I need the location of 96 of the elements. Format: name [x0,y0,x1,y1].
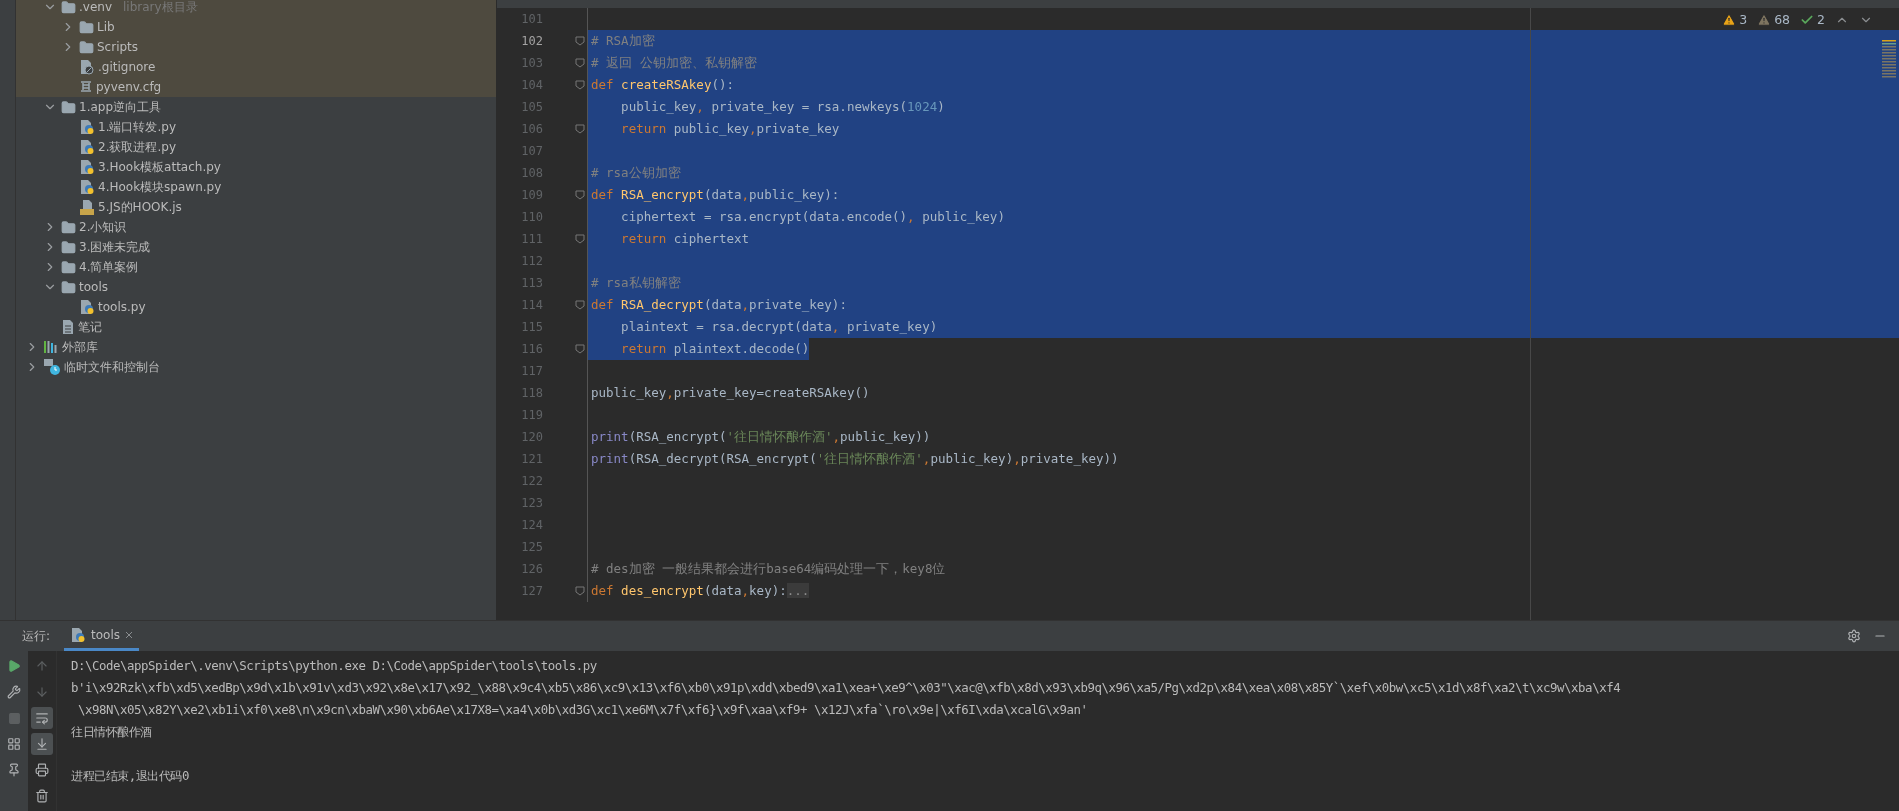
folder-name[interactable]: 1.app逆向工具 [79,98,162,116]
scratch-file-icon [43,358,61,376]
python-file-icon [70,626,87,643]
fold-marker-icon[interactable] [575,36,585,46]
inspection-count: 3 [1739,12,1748,27]
line-number: 104 [520,78,543,92]
soft-wrap-icon[interactable] [31,707,53,729]
line-number: 115 [520,320,543,334]
fold-marker-icon[interactable] [575,300,585,310]
run-tab[interactable]: tools [64,621,140,651]
tree-node-name[interactable]: 临时文件和控制台 [64,358,160,376]
fold-marker-icon[interactable] [575,124,585,134]
console-line: b'i\x92Rzk\xfb\xd5\xedBp\x9d\x1b\x91v\xd3\x92\x8e\x17\x92_\x88\x9c4\xb5\x86\xc9\x13\xf6\xb0\x91p\xdd\xbed9\xa1\xea+\xe9^\x03"\xac@\xfb\x8d\x93\xb9q\x96\xa5/Pg\xd2p\x84\xea\x08\x85Y`\xef\x0bw\xc5\x1d\x8f\xa2\t\xc9w\xba\xf4 [71,679,1621,697]
line-number: 110 [520,210,543,224]
file-name[interactable]: 3.Hook模板attach.py [98,158,221,176]
line-number: 102 [520,34,543,48]
folder-icon [61,239,76,255]
fold-marker-icon[interactable] [575,58,585,68]
folder-icon [61,259,76,275]
python-file-icon [79,299,95,315]
line-number: 108 [520,166,543,180]
python-file-icon [79,139,95,155]
file-name[interactable]: 5.JS的HOOK.js [98,198,182,216]
python-file-icon [79,179,95,195]
folder-name[interactable]: 4.简单案例 [79,258,139,276]
line-number: 113 [520,276,543,290]
folder-name[interactable]: Lib [97,20,115,34]
file-name[interactable]: tools.py [98,300,146,314]
line-number: 105 [520,100,543,114]
folder-name[interactable]: 3.困难未完成 [79,238,151,256]
fold-marker-icon[interactable] [575,586,585,596]
file-name[interactable]: 1.端口转发.py [98,118,176,136]
code-line: def des_encrypt(data,key):... [590,582,810,600]
line-number: 126 [520,562,543,576]
file-name[interactable]: 4.Hook模块spawn.py [98,178,222,196]
fold-marker-icon[interactable] [575,80,585,90]
run-panel-title: 运行: [22,627,51,645]
folder-icon [61,99,76,115]
folder-name[interactable]: tools [79,280,108,294]
folder-icon [61,219,76,235]
python-file-icon [79,159,95,175]
line-number: 101 [520,12,543,26]
tree-node-name[interactable]: 外部库 [62,338,98,356]
weak-warning-icon [1757,12,1772,27]
code-line: public_key,private_key=createRSAkey() [590,384,870,402]
line-number: 103 [520,56,543,70]
file-name[interactable]: 2.获取进程.py [98,138,176,156]
library-icon [43,340,59,354]
line-number: 122 [520,474,543,488]
warning-icon [1722,12,1737,27]
line-number: 123 [520,496,543,510]
file-name[interactable]: 笔记 [78,318,102,336]
folder-icon [61,279,76,295]
console-line: 往日情怀酿作酒 [71,723,153,741]
folder-name[interactable]: .venv [79,0,112,14]
python-file-icon [79,119,95,135]
line-number: 106 [520,122,543,136]
folder-name[interactable]: 2.小知识 [79,218,127,236]
line-number: 125 [520,540,543,554]
console-line: \x98N\x05\x82Y\xe2\xb1i\xf0\xe8\n\x9cn\xbaW\x90\xb6Ae\x17X8=\xa4\x0b\xd3G\xc1\xe6M\x7f\xf6}\x9f\xaa\xf9+ \x12J\xfa`\ro\x9e|\xf6I\xda\xcalG\x9an' [77,701,1089,719]
line-number: 121 [520,452,543,466]
line-number: 124 [520,518,543,532]
console-line: 进程已结束,退出代码0 [71,767,190,785]
file-name[interactable]: .gitignore [98,60,156,74]
line-number: 109 [520,188,543,202]
line-number: 114 [520,298,543,312]
line-number: 111 [520,232,543,246]
inspection-count: 2 [1817,12,1825,27]
line-number: 107 [520,144,543,158]
settings-icon[interactable] [1847,629,1861,643]
folder-icon [79,19,94,35]
config-file-icon [79,80,93,94]
ignored-file-icon [79,59,95,75]
line-number: 112 [520,254,543,268]
inspection-count: 68 [1774,12,1791,27]
file-name[interactable]: pyvenv.cfg [96,80,162,94]
line-number: 119 [520,408,543,422]
folder-icon [79,39,94,55]
code-line: print(RSA_encrypt('往日情怀酿作酒',public_key)) [590,428,931,446]
folder-name[interactable]: Scripts [97,40,139,54]
fold-marker-icon[interactable] [575,234,585,244]
code-line: print(RSA_decrypt(RSA_encrypt('往日情怀酿作酒',public_key),private_key)) [590,450,1119,468]
line-number: 116 [520,342,543,356]
line-number: 120 [520,430,543,444]
text-file-icon [61,319,75,335]
error-stripe-drawing [1882,40,1896,80]
line-number: 118 [520,386,543,400]
javascript-file-icon [79,199,95,215]
line-number: 127 [520,584,543,598]
fold-marker-icon[interactable] [575,344,585,354]
scroll-to-end-icon[interactable] [31,733,53,755]
console-line: D:\Code\appSpider\.venv\Scripts\python.exe D:\Code\appSpider\tools\tools.py [71,657,598,675]
close-icon[interactable] [125,630,134,639]
line-number: 117 [520,364,543,378]
fold-marker-icon[interactable] [575,190,585,200]
folder-icon [61,0,76,15]
